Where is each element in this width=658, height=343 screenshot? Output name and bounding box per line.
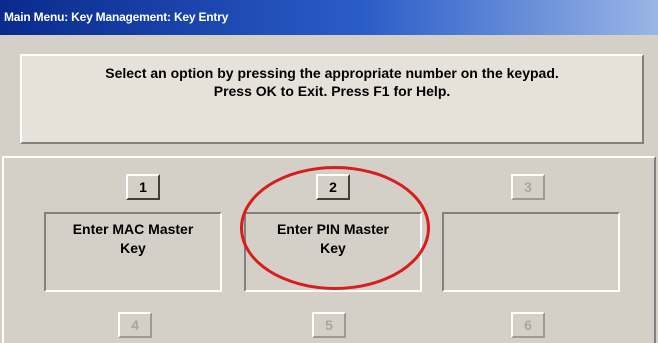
option-1-label-line-1: Enter MAC Master [72,221,194,237]
option-3-button[interactable]: 3 [511,174,545,200]
instruction-line-1: Select an option by pressing the appropr… [105,65,559,81]
title-bar: Main Menu: Key Management: Key Entry [0,0,658,35]
option-1-label-box[interactable]: Enter MAC Master Key [44,212,222,292]
option-5-button[interactable]: 5 [312,312,346,338]
option-2-button[interactable]: 2 [316,174,350,200]
option-1-label-line-2: Key [120,240,146,256]
option-2-label-line-2: Key [320,240,346,256]
option-3-label-box [442,212,620,292]
option-4-button[interactable]: 4 [118,312,152,338]
instructions-panel: Select an option by pressing the appropr… [20,54,644,144]
window-title: Main Menu: Key Management: Key Entry [4,10,229,24]
option-2-label-line-1: Enter PIN Master [276,221,390,237]
option-2-label-box[interactable]: Enter PIN Master Key [244,212,422,292]
option-1-button[interactable]: 1 [126,174,160,200]
instruction-line-2: Press OK to Exit. Press F1 for Help. [213,83,451,99]
option-6-button[interactable]: 6 [511,312,545,338]
